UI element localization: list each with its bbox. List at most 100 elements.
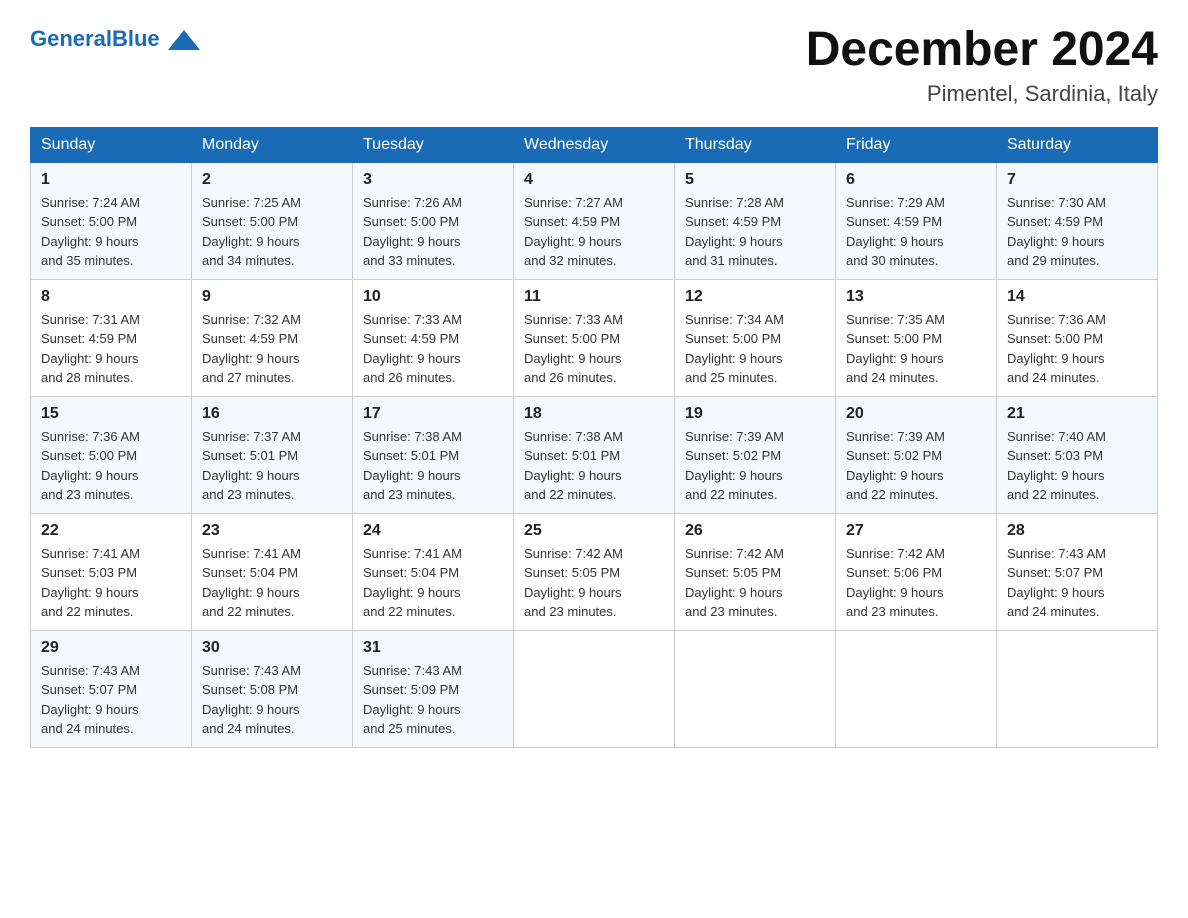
day-number: 20: [846, 405, 986, 423]
day-number: 31: [363, 639, 503, 657]
day-number: 5: [685, 171, 825, 189]
calendar-cell: 19 Sunrise: 7:39 AM Sunset: 5:02 PM Dayl…: [675, 396, 836, 513]
header-cell-saturday: Saturday: [997, 127, 1158, 162]
week-row-3: 15 Sunrise: 7:36 AM Sunset: 5:00 PM Dayl…: [31, 396, 1158, 513]
header-cell-tuesday: Tuesday: [353, 127, 514, 162]
day-number: 10: [363, 288, 503, 306]
day-info: Sunrise: 7:42 AM Sunset: 5:05 PM Dayligh…: [524, 544, 664, 622]
calendar-cell: 30 Sunrise: 7:43 AM Sunset: 5:08 PM Dayl…: [192, 630, 353, 747]
day-info: Sunrise: 7:32 AM Sunset: 4:59 PM Dayligh…: [202, 310, 342, 388]
calendar-cell: 18 Sunrise: 7:38 AM Sunset: 5:01 PM Dayl…: [514, 396, 675, 513]
day-info: Sunrise: 7:41 AM Sunset: 5:04 PM Dayligh…: [363, 544, 503, 622]
location-title: Pimentel, Sardinia, Italy: [806, 81, 1158, 107]
page-header: GeneralBlue December 2024 Pimentel, Sard…: [30, 24, 1158, 107]
day-number: 27: [846, 522, 986, 540]
day-info: Sunrise: 7:37 AM Sunset: 5:01 PM Dayligh…: [202, 427, 342, 505]
calendar-cell: 6 Sunrise: 7:29 AM Sunset: 4:59 PM Dayli…: [836, 162, 997, 279]
calendar-cell: 22 Sunrise: 7:41 AM Sunset: 5:03 PM Dayl…: [31, 513, 192, 630]
calendar-cell: 21 Sunrise: 7:40 AM Sunset: 5:03 PM Dayl…: [997, 396, 1158, 513]
calendar-cell: 13 Sunrise: 7:35 AM Sunset: 5:00 PM Dayl…: [836, 279, 997, 396]
day-info: Sunrise: 7:25 AM Sunset: 5:00 PM Dayligh…: [202, 193, 342, 271]
calendar-cell: 4 Sunrise: 7:27 AM Sunset: 4:59 PM Dayli…: [514, 162, 675, 279]
day-info: Sunrise: 7:43 AM Sunset: 5:08 PM Dayligh…: [202, 661, 342, 739]
calendar-table: SundayMondayTuesdayWednesdayThursdayFrid…: [30, 127, 1158, 748]
day-number: 30: [202, 639, 342, 657]
day-number: 1: [41, 171, 181, 189]
calendar-cell: 28 Sunrise: 7:43 AM Sunset: 5:07 PM Dayl…: [997, 513, 1158, 630]
day-number: 7: [1007, 171, 1147, 189]
day-info: Sunrise: 7:28 AM Sunset: 4:59 PM Dayligh…: [685, 193, 825, 271]
day-number: 25: [524, 522, 664, 540]
header-row: SundayMondayTuesdayWednesdayThursdayFrid…: [31, 127, 1158, 162]
day-info: Sunrise: 7:39 AM Sunset: 5:02 PM Dayligh…: [685, 427, 825, 505]
week-row-1: 1 Sunrise: 7:24 AM Sunset: 5:00 PM Dayli…: [31, 162, 1158, 279]
calendar-cell: 12 Sunrise: 7:34 AM Sunset: 5:00 PM Dayl…: [675, 279, 836, 396]
day-info: Sunrise: 7:36 AM Sunset: 5:00 PM Dayligh…: [41, 427, 181, 505]
calendar-cell: [997, 630, 1158, 747]
logo-icon: [168, 24, 200, 56]
calendar-cell: 25 Sunrise: 7:42 AM Sunset: 5:05 PM Dayl…: [514, 513, 675, 630]
day-number: 13: [846, 288, 986, 306]
day-number: 2: [202, 171, 342, 189]
day-number: 8: [41, 288, 181, 306]
logo-blue: Blue: [112, 26, 160, 51]
calendar-cell: 8 Sunrise: 7:31 AM Sunset: 4:59 PM Dayli…: [31, 279, 192, 396]
day-number: 3: [363, 171, 503, 189]
header-cell-thursday: Thursday: [675, 127, 836, 162]
calendar-cell: 20 Sunrise: 7:39 AM Sunset: 5:02 PM Dayl…: [836, 396, 997, 513]
calendar-cell: 15 Sunrise: 7:36 AM Sunset: 5:00 PM Dayl…: [31, 396, 192, 513]
day-info: Sunrise: 7:36 AM Sunset: 5:00 PM Dayligh…: [1007, 310, 1147, 388]
header-cell-friday: Friday: [836, 127, 997, 162]
day-number: 15: [41, 405, 181, 423]
day-number: 26: [685, 522, 825, 540]
calendar-cell: 23 Sunrise: 7:41 AM Sunset: 5:04 PM Dayl…: [192, 513, 353, 630]
calendar-cell: 24 Sunrise: 7:41 AM Sunset: 5:04 PM Dayl…: [353, 513, 514, 630]
day-info: Sunrise: 7:39 AM Sunset: 5:02 PM Dayligh…: [846, 427, 986, 505]
calendar-cell: 3 Sunrise: 7:26 AM Sunset: 5:00 PM Dayli…: [353, 162, 514, 279]
calendar-cell: 14 Sunrise: 7:36 AM Sunset: 5:00 PM Dayl…: [997, 279, 1158, 396]
day-number: 4: [524, 171, 664, 189]
day-info: Sunrise: 7:43 AM Sunset: 5:07 PM Dayligh…: [41, 661, 181, 739]
logo: GeneralBlue: [30, 24, 200, 56]
calendar-cell: 17 Sunrise: 7:38 AM Sunset: 5:01 PM Dayl…: [353, 396, 514, 513]
month-title: December 2024: [806, 24, 1158, 77]
day-number: 16: [202, 405, 342, 423]
week-row-4: 22 Sunrise: 7:41 AM Sunset: 5:03 PM Dayl…: [31, 513, 1158, 630]
calendar-body: 1 Sunrise: 7:24 AM Sunset: 5:00 PM Dayli…: [31, 162, 1158, 747]
calendar-header: SundayMondayTuesdayWednesdayThursdayFrid…: [31, 127, 1158, 162]
calendar-cell: 27 Sunrise: 7:42 AM Sunset: 5:06 PM Dayl…: [836, 513, 997, 630]
day-number: 23: [202, 522, 342, 540]
week-row-5: 29 Sunrise: 7:43 AM Sunset: 5:07 PM Dayl…: [31, 630, 1158, 747]
title-area: December 2024 Pimentel, Sardinia, Italy: [806, 24, 1158, 107]
day-info: Sunrise: 7:43 AM Sunset: 5:09 PM Dayligh…: [363, 661, 503, 739]
day-info: Sunrise: 7:33 AM Sunset: 5:00 PM Dayligh…: [524, 310, 664, 388]
day-number: 28: [1007, 522, 1147, 540]
calendar-cell: 29 Sunrise: 7:43 AM Sunset: 5:07 PM Dayl…: [31, 630, 192, 747]
day-info: Sunrise: 7:24 AM Sunset: 5:00 PM Dayligh…: [41, 193, 181, 271]
day-info: Sunrise: 7:34 AM Sunset: 5:00 PM Dayligh…: [685, 310, 825, 388]
day-number: 6: [846, 171, 986, 189]
day-number: 18: [524, 405, 664, 423]
day-info: Sunrise: 7:40 AM Sunset: 5:03 PM Dayligh…: [1007, 427, 1147, 505]
calendar-cell: 1 Sunrise: 7:24 AM Sunset: 5:00 PM Dayli…: [31, 162, 192, 279]
calendar-cell: 11 Sunrise: 7:33 AM Sunset: 5:00 PM Dayl…: [514, 279, 675, 396]
day-number: 11: [524, 288, 664, 306]
calendar-cell: 10 Sunrise: 7:33 AM Sunset: 4:59 PM Dayl…: [353, 279, 514, 396]
day-info: Sunrise: 7:41 AM Sunset: 5:03 PM Dayligh…: [41, 544, 181, 622]
day-number: 14: [1007, 288, 1147, 306]
day-number: 22: [41, 522, 181, 540]
day-info: Sunrise: 7:27 AM Sunset: 4:59 PM Dayligh…: [524, 193, 664, 271]
day-info: Sunrise: 7:41 AM Sunset: 5:04 PM Dayligh…: [202, 544, 342, 622]
day-info: Sunrise: 7:38 AM Sunset: 5:01 PM Dayligh…: [363, 427, 503, 505]
logo-text: GeneralBlue: [30, 24, 200, 56]
header-cell-monday: Monday: [192, 127, 353, 162]
day-info: Sunrise: 7:42 AM Sunset: 5:05 PM Dayligh…: [685, 544, 825, 622]
header-cell-wednesday: Wednesday: [514, 127, 675, 162]
calendar-cell: [675, 630, 836, 747]
day-info: Sunrise: 7:35 AM Sunset: 5:00 PM Dayligh…: [846, 310, 986, 388]
calendar-cell: [514, 630, 675, 747]
day-info: Sunrise: 7:29 AM Sunset: 4:59 PM Dayligh…: [846, 193, 986, 271]
day-number: 12: [685, 288, 825, 306]
calendar-cell: [836, 630, 997, 747]
calendar-cell: 16 Sunrise: 7:37 AM Sunset: 5:01 PM Dayl…: [192, 396, 353, 513]
